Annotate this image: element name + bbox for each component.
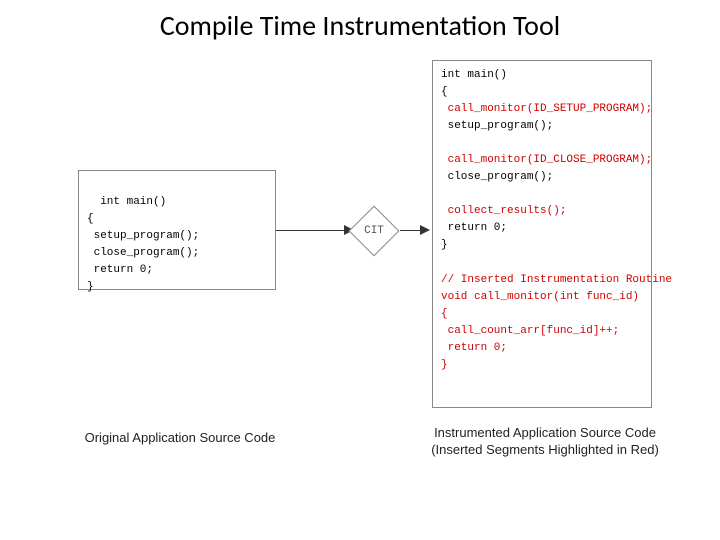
original-code-text: int main() { setup_program(); close_prog… — [87, 196, 199, 293]
code-line-inserted: call_monitor(ID_CLOSE_PROGRAM); — [441, 154, 652, 166]
code-line-inserted: // Inserted Instrumentation Routine void… — [441, 274, 672, 371]
caption-original: Original Application Source Code — [60, 430, 300, 445]
code-line: return 0; } — [441, 222, 507, 251]
arrow-original-to-cit — [276, 230, 346, 231]
arrow-cit-to-instrumented — [400, 230, 422, 231]
caption-line: Instrumented Application Source Code — [434, 425, 656, 440]
cit-label: CIT — [348, 205, 400, 257]
caption-line: (Inserted Segments Highlighted in Red) — [431, 442, 659, 457]
original-source-code-box: int main() { setup_program(); close_prog… — [78, 170, 276, 290]
arrow-head-icon — [420, 225, 430, 235]
cit-diamond: CIT — [348, 205, 400, 257]
caption-instrumented: Instrumented Application Source Code (In… — [430, 425, 660, 459]
page-title: Compile Time Instrumentation Tool — [0, 8, 720, 43]
code-line-inserted: call_monitor(ID_SETUP_PROGRAM); — [441, 103, 652, 115]
code-line: setup_program(); — [441, 120, 553, 132]
code-line-inserted: collect_results(); — [441, 205, 566, 217]
instrumented-source-code-box: int main() { call_monitor(ID_SETUP_PROGR… — [432, 60, 652, 408]
code-line: close_program(); — [441, 171, 553, 183]
code-line: int main() { — [441, 69, 507, 98]
